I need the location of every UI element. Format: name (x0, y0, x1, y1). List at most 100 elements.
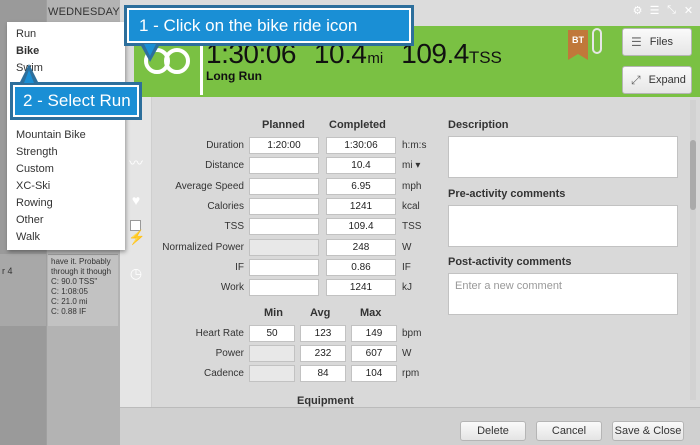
planned-input[interactable] (249, 197, 319, 215)
range-label: Heart Rate (195, 328, 244, 339)
metric-label: TSS (224, 221, 244, 233)
workout-type-menu: Run Bike Swim Mountain Bike Strength Cus… (7, 22, 125, 250)
max-input[interactable]: 104 (351, 365, 397, 382)
description-title: Description (448, 119, 509, 131)
metric-label: Distance (205, 160, 244, 172)
menu-item-other[interactable]: Other (16, 214, 44, 226)
menu-item-xc-ski[interactable]: XC-Ski (16, 180, 50, 192)
avg-input[interactable]: 232 (300, 345, 346, 362)
week-label: r 4 (2, 266, 13, 276)
bt-badge-icon: BT (568, 30, 588, 60)
metric-unit: mi ▾ (402, 160, 421, 172)
metric-label: IF (235, 261, 244, 273)
expand-button[interactable]: ⤢ Expand (622, 66, 692, 94)
menu-item-bike[interactable]: Bike (16, 45, 39, 57)
metric-label: Average Speed (175, 180, 244, 192)
collapse-icon[interactable]: ⤡ (666, 4, 677, 17)
bike-wheel-right (164, 48, 190, 74)
workout-modal: ⚙ ☰ ⤡ ✕ 1:30:06 10.4mi 109.4TSS Long Run… (120, 0, 700, 445)
callout-step-2: 2 - Select Run (10, 82, 142, 120)
completed-input[interactable]: 1241 (326, 279, 396, 297)
callout-step-1: 1 - Click on the bike ride icon (124, 5, 414, 46)
completed-input[interactable]: 109.4 (326, 218, 396, 236)
paperclip-icon (592, 28, 602, 54)
metric-unit: mph (402, 180, 422, 192)
avg-input[interactable]: 123 (300, 325, 346, 342)
scrollbar-thumb[interactable] (690, 140, 696, 210)
expand-button-label: Expand (648, 74, 686, 86)
menu-item-rowing[interactable]: Rowing (16, 197, 53, 209)
heart-icon[interactable]: ♥ (128, 192, 144, 208)
planned-input[interactable]: 1:20:00 (249, 137, 319, 154)
planned-input[interactable] (249, 238, 319, 256)
min-input[interactable]: 50 (249, 325, 295, 342)
note-line: C: 90.0 TSS" (51, 277, 98, 286)
completed-input[interactable]: 248 (326, 238, 396, 256)
metric-unit: h:m:s (402, 140, 427, 151)
avg-header: Avg (310, 307, 331, 319)
avg-input[interactable]: 84 (300, 365, 346, 382)
min-input[interactable] (249, 345, 295, 362)
range-unit: bpm (402, 328, 422, 339)
max-input[interactable]: 149 (351, 325, 397, 342)
completed-input[interactable]: 6.95 (326, 177, 396, 195)
metric-unit: W (402, 241, 412, 253)
workout-title[interactable]: Long Run (206, 69, 262, 83)
list-icon: ☰ (631, 35, 642, 49)
metric-unit: IF (402, 261, 411, 273)
range-label: Cadence (203, 368, 244, 379)
range-unit: rpm (402, 368, 420, 379)
callout-step-1-pointer-inner (144, 44, 156, 56)
header-tss-unit: TSS (468, 48, 502, 67)
note-line: C: 1:08:05 (51, 287, 88, 296)
range-label: Power (215, 348, 244, 359)
cancel-button[interactable]: Cancel (536, 421, 602, 441)
metric-label: Calories (207, 200, 244, 212)
note-line: C: 21.0 mi (51, 297, 88, 306)
gear-icon[interactable]: ⚙ (632, 4, 643, 17)
note-line: through it though (51, 267, 112, 276)
range-unit: W (402, 348, 412, 359)
description-textarea[interactable] (448, 136, 678, 178)
planned-input[interactable] (249, 177, 319, 195)
planned-header: Planned (262, 119, 305, 131)
completed-header: Completed (329, 119, 386, 131)
min-input[interactable] (249, 365, 295, 382)
post-comments-input[interactable]: Enter a new comment (448, 273, 678, 315)
close-icon[interactable]: ✕ (683, 4, 694, 17)
completed-input[interactable]: 1:30:06 (326, 137, 396, 154)
planned-input[interactable] (249, 279, 319, 297)
planned-input[interactable] (249, 258, 319, 276)
note-line: C: 0.88 IF (51, 307, 87, 316)
metric-unit: TSS (402, 221, 422, 233)
clock-icon[interactable]: ◷ (128, 265, 144, 281)
modal-footer: Delete Cancel Save & Close (120, 407, 700, 445)
metric-unit: kJ (402, 282, 412, 294)
max-input[interactable]: 607 (351, 345, 397, 362)
save-close-button[interactable]: Save & Close (612, 421, 684, 441)
post-comments-title: Post-activity comments (448, 256, 572, 268)
callout-step-2-pointer-inner (24, 70, 34, 83)
chart-icon[interactable]: 〰 (128, 155, 144, 171)
menu-item-run[interactable]: Run (16, 28, 36, 40)
lightning-icon[interactable]: ⚡ (128, 229, 145, 245)
menu-item-walk[interactable]: Walk (16, 231, 40, 243)
files-button[interactable]: ☰ Files (622, 28, 692, 56)
completed-input[interactable]: 0.86 (326, 258, 396, 276)
menu-item-custom[interactable]: Custom (16, 163, 54, 175)
planned-input[interactable] (249, 218, 319, 236)
completed-input[interactable]: 1241 (326, 197, 396, 215)
max-header: Max (360, 307, 382, 319)
pre-comments-textarea[interactable] (448, 205, 678, 247)
planned-input[interactable] (249, 157, 319, 175)
metric-label: Work (220, 282, 244, 294)
window-controls: ⚙ ☰ ⤡ ✕ (632, 4, 694, 17)
calendar-workout-note[interactable]: have it. Probably through it though C: 9… (48, 254, 118, 326)
menu-icon[interactable]: ☰ (649, 4, 660, 17)
menu-item-mountain-bike[interactable]: Mountain Bike (16, 129, 86, 141)
completed-input[interactable]: 10.4 (326, 157, 396, 175)
metric-label: Duration (206, 140, 244, 151)
menu-item-strength[interactable]: Strength (16, 146, 58, 158)
delete-button[interactable]: Delete (460, 421, 526, 441)
calendar-day-header: WEDNESDAY (48, 6, 120, 18)
